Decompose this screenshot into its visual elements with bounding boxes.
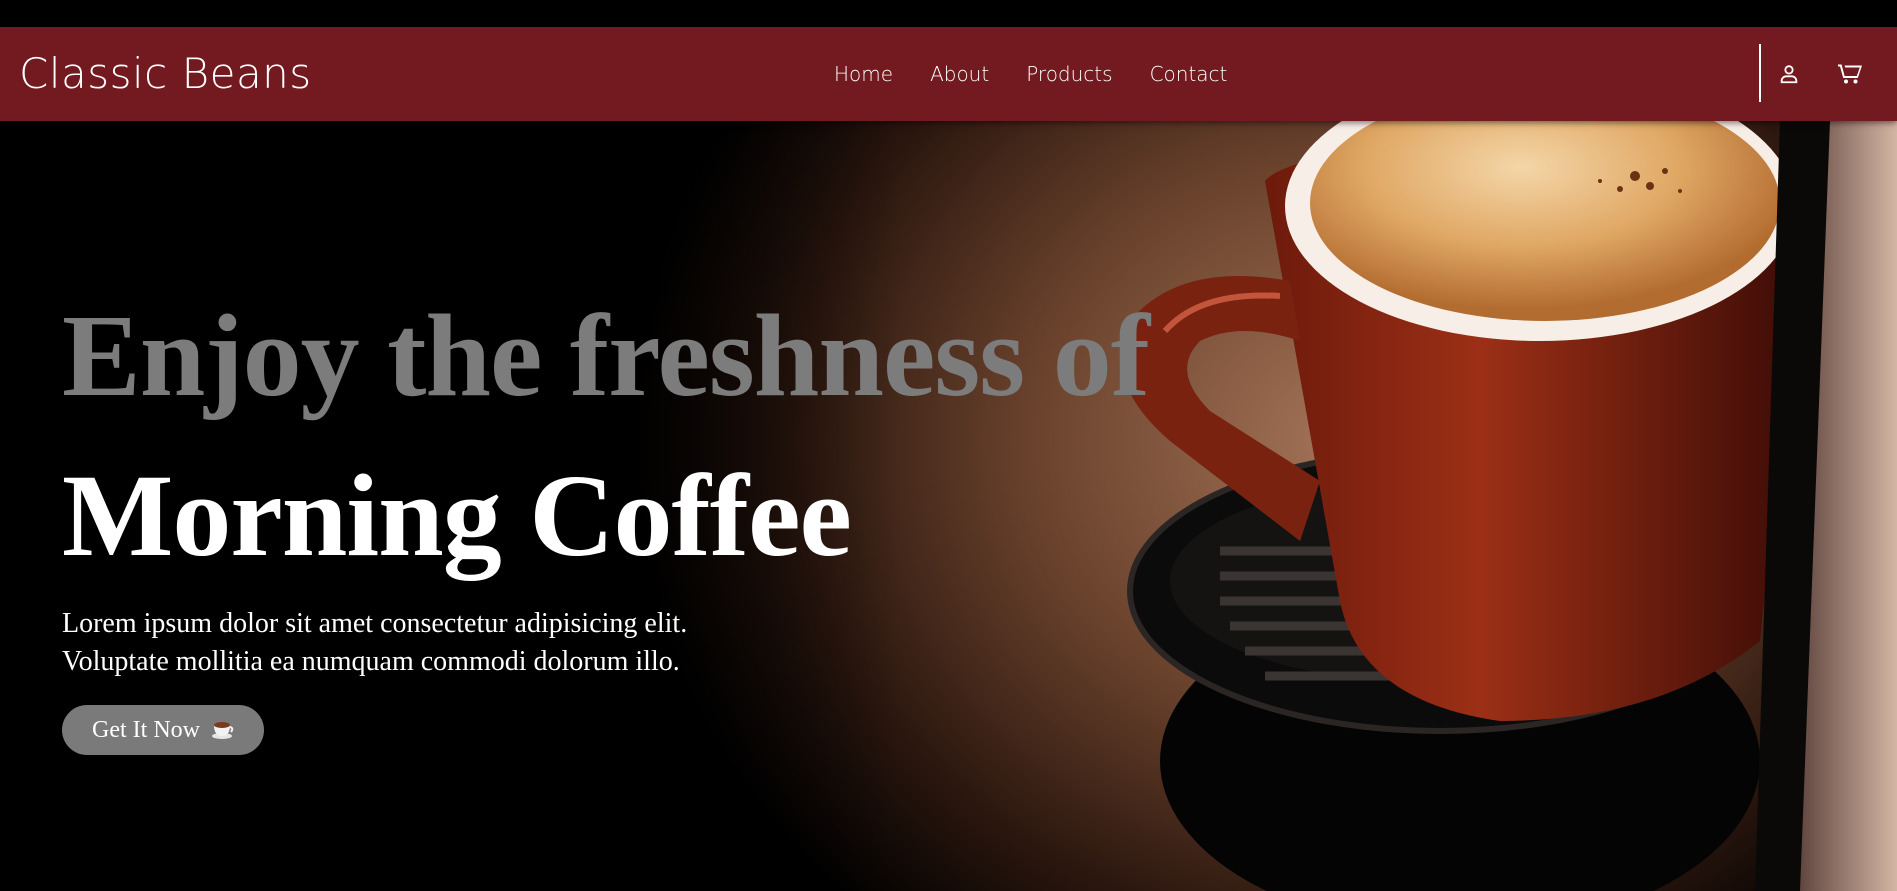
hero-section: Enjoy the freshness of Morning Coffee Lo… — [0, 121, 1897, 891]
coffee-cup-icon — [211, 722, 234, 739]
cart-icon — [1838, 64, 1862, 84]
navbar: Classic Beans Home About Products Contac… — [0, 27, 1897, 121]
nav-about[interactable]: About — [930, 62, 989, 86]
hero-description: Lorem ipsum dolor sit amet consectetur a… — [62, 605, 762, 681]
brand-logo[interactable]: Classic Beans — [19, 49, 312, 99]
cta-label: Get It Now — [92, 716, 200, 743]
hero-description-line2: Voluptate mollitia ea numquam commodi do… — [62, 646, 680, 677]
hero-heading: Morning Coffee — [62, 450, 852, 581]
cart-button[interactable] — [1834, 58, 1866, 90]
user-button[interactable] — [1773, 58, 1805, 90]
nav-products[interactable]: Products — [1026, 62, 1112, 86]
top-strip — [0, 0, 1897, 27]
get-it-now-button[interactable]: Get It Now — [62, 705, 264, 755]
coffee-cup-image — [1121, 121, 1897, 891]
nav-home[interactable]: Home — [834, 62, 893, 86]
hero-description-line1: Lorem ipsum dolor sit amet consectetur a… — [62, 608, 688, 639]
hero-subheading: Enjoy the freshness of — [62, 290, 1150, 421]
main-nav: Home About Products Contact — [834, 27, 1227, 121]
user-icon — [1780, 65, 1798, 84]
nav-contact[interactable]: Contact — [1150, 62, 1228, 86]
nav-divider — [1759, 44, 1761, 102]
